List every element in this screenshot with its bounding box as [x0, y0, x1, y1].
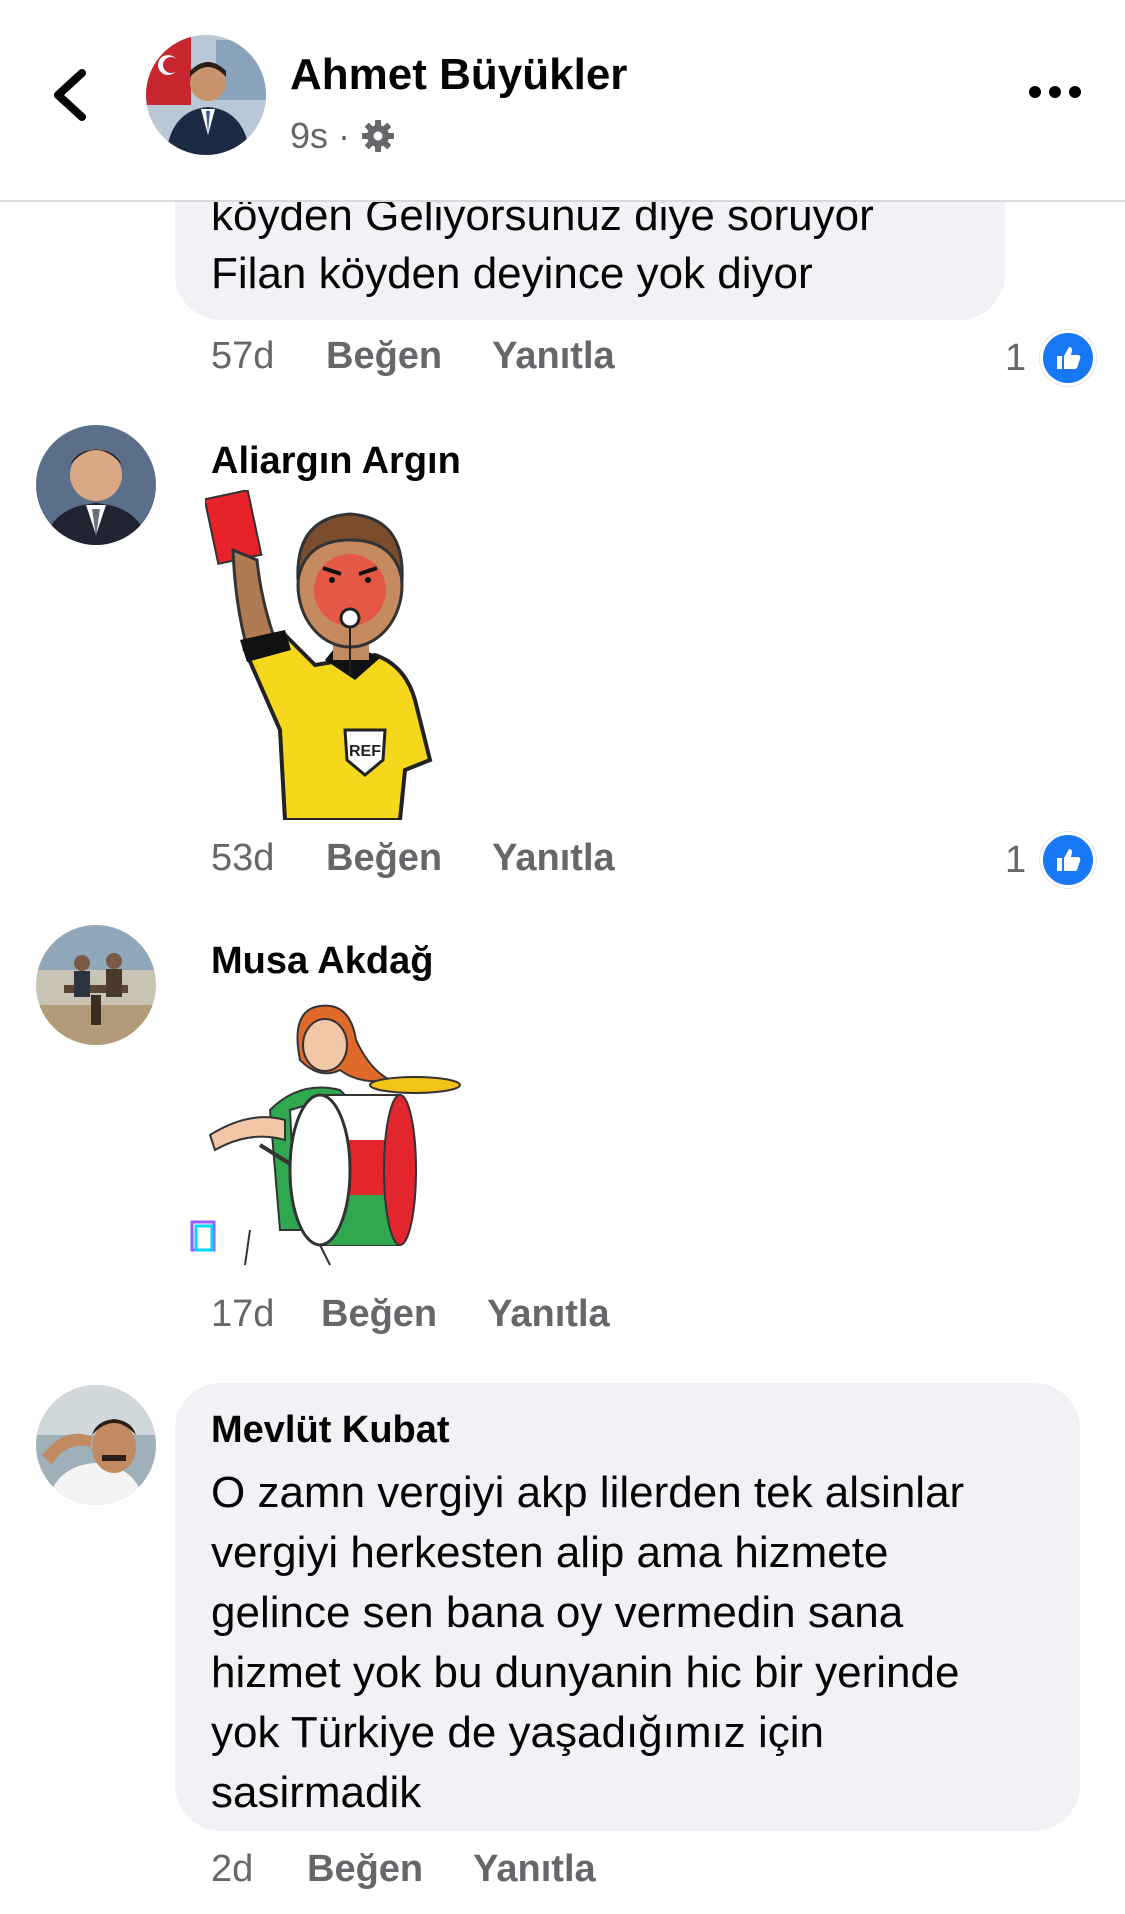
- comment-bubble: Mevlüt Kubat O zamn vergiyi akp lilerden…: [175, 1383, 1080, 1831]
- like-button[interactable]: Beğen: [326, 837, 442, 880]
- like-button[interactable]: Beğen: [321, 1293, 437, 1336]
- comment-text-line: sasirmadik: [211, 1768, 422, 1817]
- more-options-button[interactable]: [1025, 72, 1085, 112]
- comment-actions: 2d Beğen Yanıtla: [211, 1848, 596, 1891]
- comment-actions: 57d Beğen Yanıtla: [211, 335, 615, 378]
- post-header: Ahmet Büyükler 9s ·: [0, 0, 1125, 202]
- comment-time: 2d: [211, 1848, 254, 1890]
- comment-text-line: gelince sen bana oy vermedin sana: [211, 1588, 904, 1637]
- chevron-left-icon: [54, 69, 86, 121]
- reaction-count[interactable]: 1: [1005, 330, 1097, 386]
- reply-button[interactable]: Yanıtla: [492, 335, 615, 378]
- avatar-photo: [36, 425, 156, 545]
- comment-text-line: Filan köyden deyince yok diyor: [211, 249, 813, 298]
- comment-time: 17d: [211, 1293, 275, 1335]
- like-button[interactable]: Beğen: [326, 335, 442, 378]
- reply-button[interactable]: Yanıtla: [492, 837, 615, 880]
- post-meta: 9s ·: [290, 115, 396, 157]
- author-avatar[interactable]: [146, 35, 266, 155]
- commenter-name[interactable]: Musa Akdağ: [211, 940, 433, 983]
- reply-button[interactable]: Yanıtla: [487, 1293, 610, 1336]
- dot-icon: [1069, 86, 1081, 98]
- commenter-name[interactable]: Mevlüt Kubat: [211, 1409, 450, 1452]
- comment-text-line: O zamn vergiyi akp lilerden tek alsinlar: [211, 1468, 965, 1517]
- dot-icon: [1049, 86, 1061, 98]
- commenter-avatar[interactable]: [36, 925, 156, 1045]
- comment-actions: 17d Beğen Yanıtla: [211, 1293, 610, 1336]
- like-button[interactable]: Beğen: [307, 1848, 423, 1891]
- post-time: 9s: [290, 115, 329, 156]
- author-name[interactable]: Ahmet Büyükler: [290, 50, 627, 100]
- commenter-avatar[interactable]: [36, 425, 156, 545]
- commenter-name[interactable]: Aliargın Argın: [211, 440, 461, 483]
- avatar-photo: [36, 1385, 156, 1505]
- comment-time: 57d: [211, 335, 275, 377]
- thumbs-up-icon: [1040, 832, 1097, 888]
- commenter-avatar[interactable]: [36, 1385, 156, 1505]
- ref-badge-text: REF: [349, 743, 381, 760]
- referee-red-card-sticker: REF: [203, 488, 475, 825]
- comment-text-line: yok Türkiye de yaşadığımız için: [211, 1708, 824, 1757]
- back-button[interactable]: [40, 55, 100, 135]
- comment-text-line: hizmet yok bu dunyanin hic bir yerinde: [211, 1648, 960, 1697]
- comment-text-line: vergiyi herkesten alip ama hizmete: [211, 1528, 889, 1577]
- reaction-number: 1: [1005, 336, 1027, 379]
- drummer-girl-sticker: [190, 1000, 490, 1285]
- dot-icon: [1029, 86, 1041, 98]
- avatar-photo: [146, 35, 266, 155]
- avatar-photo: [36, 925, 156, 1045]
- comment-actions: 53d Beğen Yanıtla: [211, 837, 615, 880]
- meta-separator: ·: [338, 115, 351, 156]
- reaction-count[interactable]: 1: [1005, 832, 1097, 888]
- reply-button[interactable]: Yanıtla: [473, 1848, 596, 1891]
- reaction-number: 1: [1005, 838, 1027, 881]
- thumbs-up-icon: [1040, 330, 1097, 386]
- gear-icon: [362, 120, 395, 152]
- comment-time: 53d: [211, 837, 275, 879]
